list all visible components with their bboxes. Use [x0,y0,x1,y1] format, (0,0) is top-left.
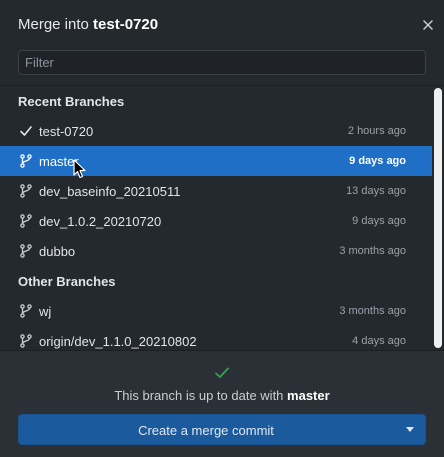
branch-row[interactable]: test-0720 2 hours ago [0,116,432,146]
branch-time: 4 days ago [352,335,406,347]
branch-time: 13 days ago [346,185,406,197]
branch-row[interactable]: wj 3 months ago [0,296,432,326]
branch-name: origin/dev_1.1.0_20210802 [39,334,197,349]
branch-icon [20,244,32,258]
branch-time: 9 days ago [349,155,406,167]
status-prefix: This branch is up to date with [114,388,288,403]
section-header-recent: Recent Branches [18,94,125,109]
branch-row[interactable]: dev_1.0.2_20210720 9 days ago [0,206,432,236]
branch-name: test-0720 [39,124,94,139]
filter-input[interactable] [18,50,426,75]
branch-name: dev_1.0.2_20210720 [39,214,162,229]
section-header-other: Other Branches [18,274,116,289]
check-icon [20,126,32,136]
merge-options-dropdown[interactable] [393,415,427,444]
caret-down-icon [406,427,414,432]
merge-button-label: Create a merge commit [138,423,274,438]
branch-row-selected[interactable]: master 9 days ago [0,146,432,176]
scrollbar-thumb[interactable] [434,88,442,348]
title-prefix: Merge into [18,16,94,33]
dialog-footer: This branch is up to date with master Cr… [0,350,444,457]
branch-row[interactable]: dubbo 3 months ago [0,236,432,266]
branch-icon [20,214,32,228]
dialog-header: Merge into test-0720 [0,0,444,50]
branch-icon [20,334,32,348]
branch-name: wj [39,304,52,319]
branch-name: master [39,154,79,169]
branch-icon [20,184,32,198]
branch-time: 3 months ago [339,305,406,317]
close-icon [423,20,433,30]
branch-list: Recent Branches test-0720 2 hours ago ma… [0,86,432,350]
success-check-icon [215,367,229,378]
branch-name: dev_baseinfo_20210511 [39,184,181,199]
branch-row[interactable]: dev_baseinfo_20210511 13 days ago [0,176,432,206]
branch-time: 2 hours ago [347,125,406,137]
branch-time: 9 days ago [352,215,406,227]
branch-name: dubbo [39,244,76,259]
title-branch: test-0720 [93,16,159,33]
scrollbar[interactable] [432,86,444,350]
merge-dialog: Merge into test-0720 Recent Branches tes… [0,0,444,457]
branch-time: 3 months ago [339,245,406,257]
branch-icon [20,304,32,318]
create-merge-commit-button[interactable]: Create a merge commit [18,414,426,445]
branch-row[interactable]: origin/dev_1.1.0_20210802 4 days ago [0,326,432,350]
status-branch: master [287,388,330,403]
branch-icon [20,154,32,168]
close-button[interactable] [418,15,438,35]
merge-status-text: This branch is up to date with master [0,388,444,403]
dialog-title: Merge into test-0720 [18,16,158,33]
filter-wrapper [18,50,426,75]
